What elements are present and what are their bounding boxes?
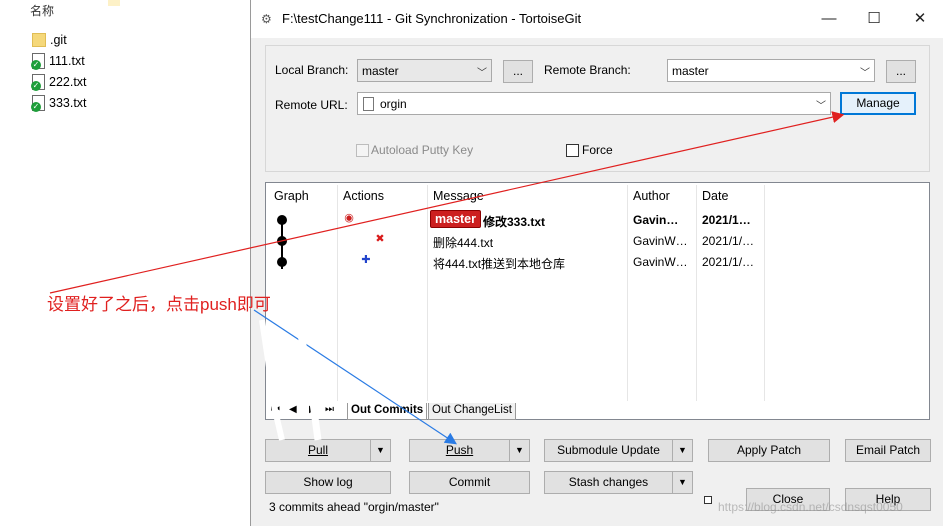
chevron-down-icon[interactable]: ▼	[672, 440, 692, 461]
column-divider	[764, 185, 765, 401]
submodule-update-button[interactable]: Submodule Update ▼	[544, 439, 693, 462]
folder-icon	[32, 33, 46, 47]
minimize-icon[interactable]: —	[816, 8, 842, 30]
txt-file-synced-icon: ✓	[31, 74, 45, 91]
commit-message: 修改333.txt	[483, 215, 546, 229]
help-button[interactable]: Help	[845, 488, 931, 511]
column-header-author[interactable]: Author	[633, 189, 670, 203]
commit-date: 2021/1/…	[702, 255, 755, 269]
column-divider	[696, 185, 697, 401]
push-button[interactable]: Push ▼	[409, 439, 530, 462]
chevron-down-icon: ﹀	[860, 68, 870, 79]
explorer-item-111[interactable]: ✓ 111.txt	[31, 52, 85, 70]
column-header-name[interactable]: 名称	[30, 2, 54, 19]
first-tab-icon[interactable]: ⏮	[271, 404, 280, 415]
column-header-date[interactable]: Date	[702, 189, 728, 203]
local-branch-label: Local Branch:	[275, 63, 349, 77]
file-name: .git	[50, 33, 67, 47]
commit-message: 删除444.txt	[433, 236, 494, 250]
remote-branch-label: Remote Branch:	[544, 63, 631, 77]
column-header-actions[interactable]: Actions	[343, 189, 384, 203]
deleted-file-icon: ✖	[375, 233, 385, 245]
maximize-icon[interactable]: ☐	[861, 8, 887, 30]
force-checkbox[interactable]	[566, 144, 579, 157]
git-sync-dialog: ⚙ F:\testChange111 - Git Synchronization…	[250, 0, 943, 526]
commit-author: Gavin…	[633, 213, 679, 227]
tab-strip: ⏮ ◀ ▶ ⏭ Out Commits Out ChangeList	[265, 403, 930, 420]
local-branch-combo[interactable]: master ﹀	[357, 59, 492, 82]
chevron-down-icon: ﹀	[477, 68, 487, 79]
tortoisegit-icon: ⚙	[261, 12, 272, 26]
chevron-down-icon[interactable]: ▼	[370, 440, 390, 461]
commit-date: 2021/1/…	[702, 234, 755, 248]
pull-button[interactable]: Pull ▼	[265, 439, 391, 462]
remote-branch-browse-button[interactable]: ...	[886, 60, 916, 83]
commit-message: 将444.txt推送到本地仓库	[433, 257, 566, 271]
graph-node	[277, 257, 287, 267]
file-name: 222.txt	[49, 75, 87, 89]
commit-author: GavinW…	[633, 234, 688, 248]
close-button[interactable]: Close	[746, 488, 830, 511]
document-icon	[363, 97, 374, 111]
window-title: F:\testChange111 - Git Synchronization -…	[282, 11, 582, 26]
remote-branch-value: master	[672, 64, 709, 78]
graph-node	[277, 236, 287, 246]
chevron-down-icon[interactable]: ▼	[509, 440, 529, 461]
branch-badge-master: master	[430, 210, 481, 228]
prev-tab-icon[interactable]: ◀	[289, 404, 297, 415]
commit-date: 2021/1…	[702, 213, 751, 227]
email-patch-button[interactable]: Email Patch	[845, 439, 931, 462]
commit-author: GavinW…	[633, 255, 688, 269]
submodule-update-label: Submodule Update	[557, 443, 660, 457]
stash-changes-label: Stash changes	[568, 475, 649, 489]
next-tab-icon[interactable]: ▶	[309, 404, 317, 415]
explorer-item-333[interactable]: ✓ 333.txt	[31, 94, 87, 112]
explorer-item-git[interactable]: .git	[32, 31, 67, 49]
remote-url-value: orgin	[380, 97, 407, 111]
chevron-down-icon: ﹀	[816, 101, 826, 112]
column-divider	[627, 185, 628, 401]
file-explorer: 名称 .git ✓ 111.txt ✓ 222.txt ✓ 333.txt	[0, 0, 252, 526]
commit-list[interactable]: Graph Actions Message Author Date ◉ ✖ ✚ …	[265, 182, 930, 420]
apply-patch-button[interactable]: Apply Patch	[708, 439, 830, 462]
file-name: 333.txt	[49, 96, 87, 110]
stash-changes-button[interactable]: Stash changes ▼	[544, 471, 693, 494]
txt-file-synced-icon: ✓	[31, 95, 45, 112]
resize-indicator	[704, 496, 712, 504]
last-tab-icon[interactable]: ⏭	[325, 404, 334, 415]
autoload-putty-label: Autoload Putty Key	[371, 143, 474, 157]
title-bar[interactable]: ⚙ F:\testChange111 - Git Synchronization…	[251, 0, 943, 38]
pull-label: Pull	[307, 443, 328, 457]
txt-file-synced-icon: ✓	[31, 53, 45, 70]
autoload-putty-checkbox[interactable]	[356, 144, 369, 157]
file-name: 111.txt	[49, 54, 85, 68]
remote-url-combo[interactable]: orgin ﹀	[357, 92, 831, 115]
column-divider	[427, 185, 428, 401]
commit-button[interactable]: Commit	[409, 471, 530, 494]
explorer-item-222[interactable]: ✓ 222.txt	[31, 73, 87, 91]
column-header-graph[interactable]: Graph	[274, 189, 309, 203]
tab-out-changelist[interactable]: Out ChangeList	[428, 403, 516, 420]
local-branch-value: master	[362, 64, 399, 78]
remote-branch-combo[interactable]: master ﹀	[667, 59, 875, 82]
added-file-icon: ✚	[361, 254, 371, 266]
manage-button[interactable]: Manage	[840, 92, 916, 115]
remote-url-label: Remote URL:	[275, 98, 348, 112]
modified-file-icon: ◉	[344, 212, 354, 224]
column-header-message[interactable]: Message	[433, 189, 484, 203]
graph-node	[277, 215, 287, 225]
force-label: Force	[582, 143, 613, 157]
chevron-down-icon[interactable]: ▼	[672, 472, 692, 493]
status-text: 3 commits ahead "orgin/master"	[269, 500, 439, 514]
show-log-button[interactable]: Show log	[265, 471, 391, 494]
push-label: Push	[445, 443, 474, 457]
close-icon[interactable]: ✕	[907, 8, 933, 30]
header-divider	[108, 0, 120, 6]
column-divider	[337, 185, 338, 401]
tab-out-commits[interactable]: Out Commits	[347, 403, 428, 420]
local-branch-browse-button[interactable]: ...	[503, 60, 533, 83]
branch-settings-group: Local Branch: master ﹀ ... Remote Branch…	[265, 45, 930, 172]
